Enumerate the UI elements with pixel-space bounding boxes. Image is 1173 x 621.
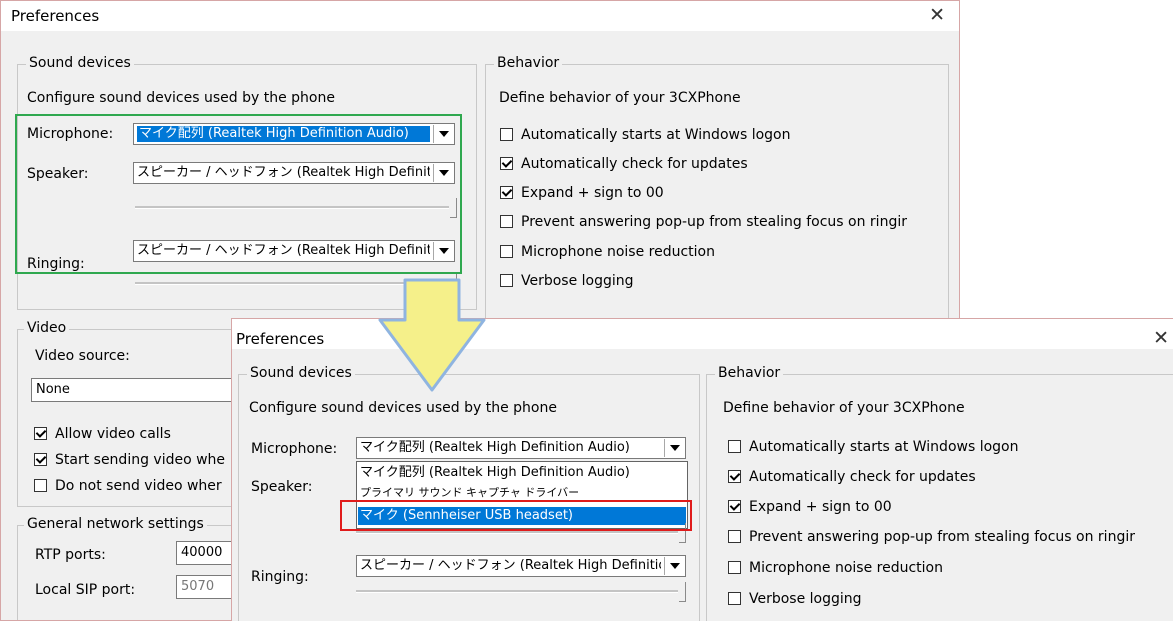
checkbox[interactable] xyxy=(728,470,741,483)
back-window-title: Preferences xyxy=(11,7,100,25)
front-behavior-option[interactable]: Prevent answering pop-up from stealing f… xyxy=(728,529,1135,545)
back-behavior-option[interactable]: Microphone noise reduction xyxy=(500,244,715,260)
checkbox[interactable] xyxy=(500,186,513,199)
front-speaker-label: Speaker: xyxy=(251,479,313,495)
front-behavior-option[interactable]: Microphone noise reduction xyxy=(728,560,943,576)
checkbox[interactable] xyxy=(34,479,47,492)
green-highlight-box xyxy=(15,114,462,274)
down-arrow-annotation xyxy=(378,278,486,392)
red-highlight-box xyxy=(340,500,692,531)
back-sound-description: Configure sound devices used by the phon… xyxy=(27,90,335,106)
close-icon[interactable]: ✕ xyxy=(1153,327,1169,349)
front-microphone-combobox[interactable]: マイク配列 (Realtek High Definition Audio) xyxy=(356,437,686,459)
checkbox[interactable] xyxy=(728,500,741,513)
front-behavior-description: Define behavior of your 3CXPhone xyxy=(723,400,965,416)
back-network-group: General network settings xyxy=(17,516,241,620)
front-ringing-combobox[interactable]: スピーカー / ヘッドフォン (Realtek High Definition … xyxy=(356,555,686,577)
close-icon[interactable]: ✕ xyxy=(929,4,945,26)
front-behavior-option[interactable]: Automatically check for updates xyxy=(728,469,976,485)
back-video-option[interactable]: Do not send video wher xyxy=(34,478,222,494)
back-sip-port-label: Local SIP port: xyxy=(35,582,136,598)
dropdown-option[interactable]: マイク配列 (Realtek High Definition Audio) xyxy=(358,464,686,482)
checkbox[interactable] xyxy=(500,128,513,141)
chevron-down-icon[interactable] xyxy=(664,557,684,575)
front-behavior-option[interactable]: Expand + sign to 00 xyxy=(728,499,892,515)
front-microphone-label: Microphone: xyxy=(251,441,338,457)
checkbox[interactable] xyxy=(728,440,741,453)
front-ringing-slider-track xyxy=(356,590,678,593)
back-behavior-option[interactable]: Expand + sign to 00 xyxy=(500,185,664,201)
back-network-label: General network settings xyxy=(24,516,207,532)
back-behavior-description: Define behavior of your 3CXPhone xyxy=(499,90,741,106)
front-sound-devices-label: Sound devices xyxy=(247,365,355,381)
checkbox[interactable] xyxy=(728,592,741,605)
checkbox[interactable] xyxy=(500,215,513,228)
back-behavior-option[interactable]: Prevent answering pop-up from stealing f… xyxy=(500,214,907,230)
back-video-label: Video xyxy=(24,320,70,336)
chevron-down-icon[interactable] xyxy=(664,439,684,457)
front-behavior-option[interactable]: Verbose logging xyxy=(728,591,862,607)
back-rtp-ports-label: RTP ports: xyxy=(35,547,106,563)
checkbox[interactable] xyxy=(500,274,513,287)
back-video-option[interactable]: Start sending video whe xyxy=(34,452,225,468)
back-sound-devices-label: Sound devices xyxy=(26,55,134,71)
front-ringing-label: Ringing: xyxy=(251,569,309,585)
front-ringing-value: スピーカー / ヘッドフォン (Realtek High Definition … xyxy=(360,558,661,573)
checkbox[interactable] xyxy=(34,453,47,466)
back-video-source-field[interactable]: None xyxy=(31,378,241,402)
back-behavior-label: Behavior xyxy=(494,55,563,71)
front-behavior-label: Behavior xyxy=(715,365,784,381)
checkbox[interactable] xyxy=(500,245,513,258)
checkbox[interactable] xyxy=(500,157,513,170)
back-behavior-option[interactable]: Verbose logging xyxy=(500,273,634,289)
front-ringing-slider-thumb[interactable] xyxy=(679,582,686,602)
back-behavior-option[interactable]: Automatically starts at Windows logon xyxy=(500,127,791,143)
back-behavior-option[interactable]: Automatically check for updates xyxy=(500,156,748,172)
front-behavior-option[interactable]: Automatically starts at Windows logon xyxy=(728,439,1019,455)
checkbox[interactable] xyxy=(34,427,47,440)
front-window-title: Preferences xyxy=(236,330,325,348)
back-video-option[interactable]: Allow video calls xyxy=(34,426,171,442)
front-microphone-value: マイク配列 (Realtek High Definition Audio) xyxy=(360,440,630,455)
front-speaker-slider-track xyxy=(356,531,678,534)
checkbox[interactable] xyxy=(728,530,741,543)
back-title-bar: Preferences ✕ xyxy=(1,1,959,31)
checkbox[interactable] xyxy=(728,561,741,574)
front-ringing-volume-slider[interactable] xyxy=(356,581,686,603)
front-sound-description: Configure sound devices used by the phon… xyxy=(249,400,557,416)
back-video-source-label: Video source: xyxy=(35,348,130,364)
